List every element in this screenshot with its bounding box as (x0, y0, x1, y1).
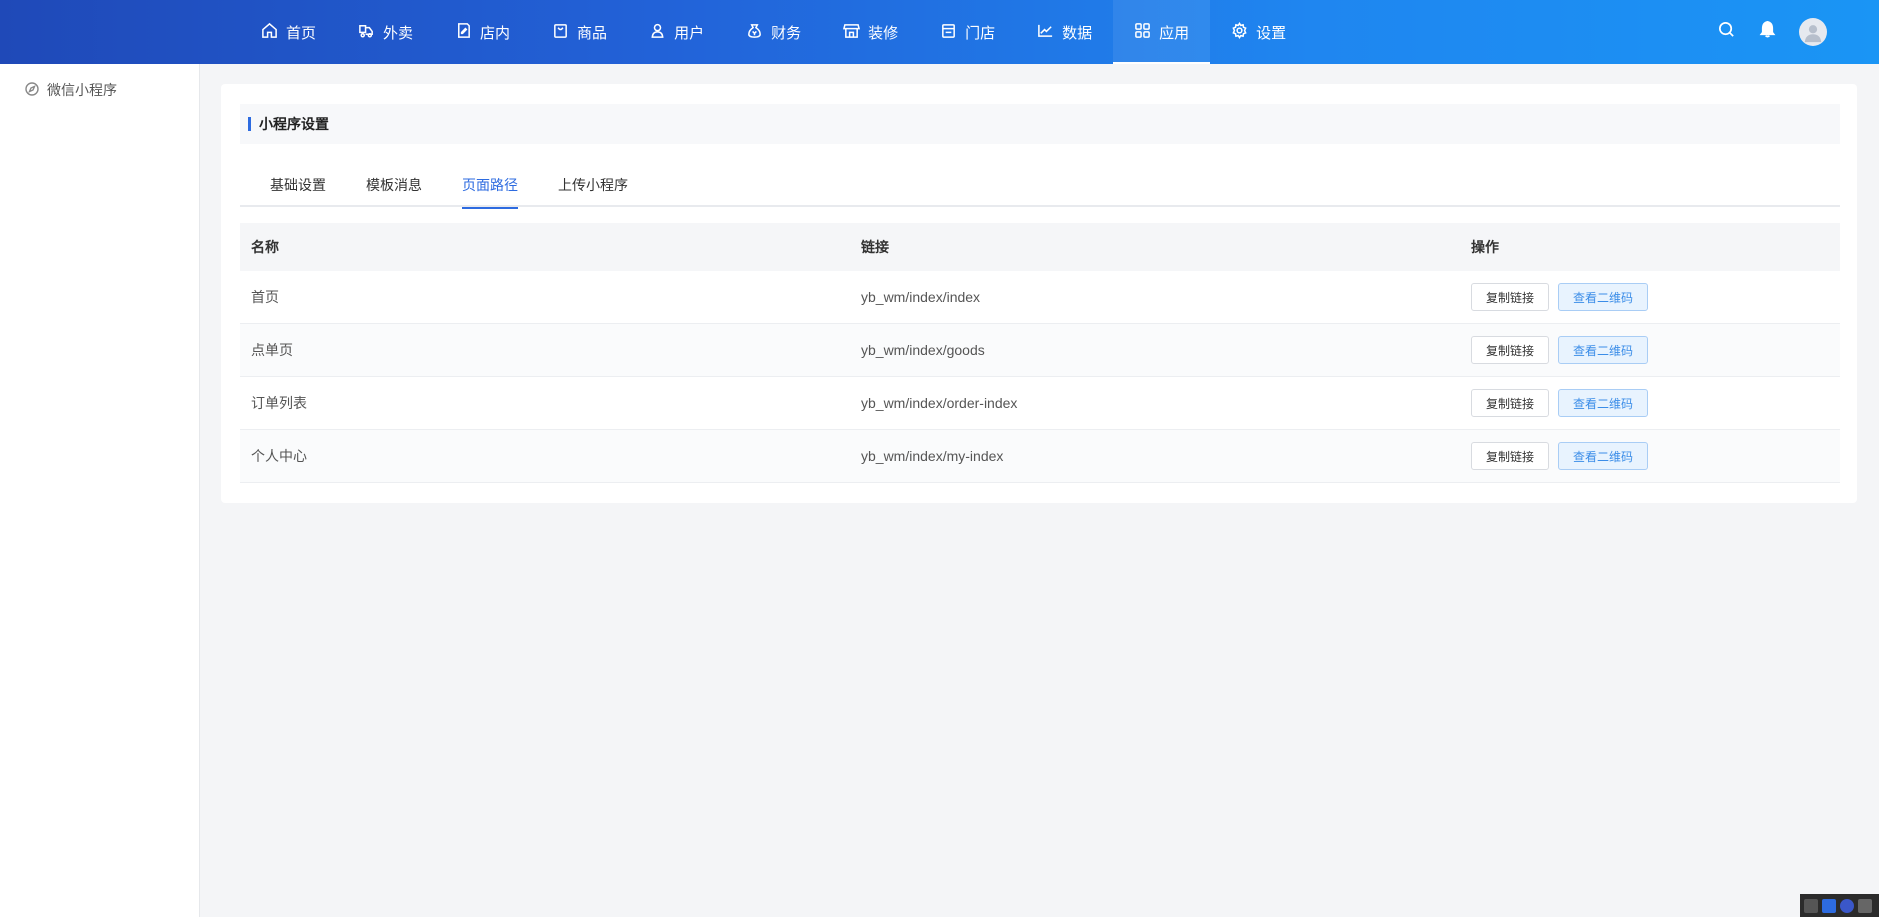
tab-basic-settings[interactable]: 基础设置 (270, 167, 326, 207)
row-link: yb_wm/index/goods (861, 342, 985, 358)
row-link: yb_wm/index/my-index (861, 448, 1004, 464)
sidebar-item-label: 微信小程序 (47, 82, 117, 98)
storefront-icon (843, 22, 861, 43)
nav-item-goods[interactable]: 商品 (531, 0, 628, 64)
nav-item-label: 财务 (771, 24, 802, 42)
logo-area (0, 0, 240, 64)
nav-item-label: 应用 (1159, 24, 1190, 42)
user-icon (649, 22, 666, 43)
page-path-table: 名称 链接 操作 首页 yb_wm/index/index 复制链接 查看二维码… (240, 223, 1840, 483)
row-name: 首页 (251, 289, 279, 305)
view-qrcode-button[interactable]: 查看二维码 (1558, 336, 1649, 364)
nav-item-label: 装修 (868, 24, 899, 42)
row-name: 点单页 (251, 342, 293, 358)
nav-item-apps[interactable]: 应用 (1113, 0, 1211, 64)
row-actions: 复制链接 查看二维码 (1460, 442, 1840, 470)
tab-page-paths[interactable]: 页面路径 (462, 167, 518, 209)
row-link: yb_wm/index/index (861, 289, 981, 305)
tray-settings-icon[interactable] (1858, 898, 1872, 913)
column-header-link: 链接 (861, 239, 889, 255)
bell-icon[interactable] (1758, 20, 1777, 44)
table-row: 首页 yb_wm/index/index 复制链接 查看二维码 (240, 271, 1840, 324)
nav-item-label: 用户 (674, 24, 705, 42)
store-edit-icon (455, 22, 472, 43)
top-right-actions (1717, 0, 1827, 64)
sidebar-item-wechat-miniprogram[interactable]: 微信小程序 (0, 64, 199, 116)
nav-item-data[interactable]: 数据 (1016, 0, 1113, 64)
table-row: 订单列表 yb_wm/index/order-index 复制链接 查看二维码 (240, 377, 1840, 430)
nav-item-label: 门店 (965, 24, 996, 42)
sidebar: 微信小程序 (0, 64, 200, 917)
copy-link-button[interactable]: 复制链接 (1471, 336, 1550, 364)
money-bag-icon (746, 22, 763, 43)
help-icon[interactable] (1840, 898, 1854, 913)
nav-item-label: 首页 (286, 24, 317, 42)
row-actions: 复制链接 查看二维码 (1460, 336, 1840, 364)
tab-bar: 基础设置 模板消息 页面路径 上传小程序 (240, 167, 1840, 209)
search-icon[interactable] (1717, 20, 1736, 44)
table-header: 名称 链接 操作 (240, 223, 1840, 271)
view-qrcode-button[interactable]: 查看二维码 (1558, 389, 1649, 417)
gear-icon (1231, 21, 1248, 43)
table-row: 点单页 yb_wm/index/goods 复制链接 查看二维码 (240, 324, 1840, 377)
nav-item-home[interactable]: 首页 (240, 0, 337, 64)
content-card: 小程序设置 基础设置 模板消息 页面路径 上传小程序 名称 链接 操作 首页 y… (221, 84, 1857, 503)
section-accent-bar (248, 117, 251, 131)
copy-link-button[interactable]: 复制链接 (1471, 283, 1550, 311)
nav-item-settings[interactable]: 设置 (1210, 0, 1307, 64)
table-row: 个人中心 yb_wm/index/my-index 复制链接 查看二维码 (240, 430, 1840, 483)
nav-item-users[interactable]: 用户 (628, 0, 725, 64)
home-icon (261, 22, 278, 43)
nav-item-decoration[interactable]: 装修 (822, 0, 919, 64)
nav-item-label: 数据 (1062, 24, 1093, 42)
section-title: 小程序设置 (259, 116, 329, 132)
column-header-actions: 操作 (1471, 239, 1499, 255)
bag-icon (552, 22, 569, 43)
copy-link-button[interactable]: 复制链接 (1471, 442, 1550, 470)
main-nav: 首页 外卖 店内 商品 用户 财务 装修 门店 数据 应用 设置 (240, 0, 1307, 64)
top-navbar: 首页 外卖 店内 商品 用户 财务 装修 门店 数据 应用 设置 (0, 0, 1879, 64)
system-tray (1800, 894, 1879, 917)
compass-icon (25, 81, 39, 99)
input-method-icon[interactable] (1822, 898, 1836, 913)
row-name: 订单列表 (251, 395, 307, 411)
tab-upload-miniprogram[interactable]: 上传小程序 (558, 167, 628, 207)
nav-item-finance[interactable]: 财务 (725, 0, 822, 64)
copy-link-button[interactable]: 复制链接 (1471, 389, 1550, 417)
shop-icon (940, 22, 957, 43)
row-actions: 复制链接 查看二维码 (1460, 283, 1840, 311)
section-header: 小程序设置 (240, 104, 1840, 144)
nav-item-label: 设置 (1256, 24, 1287, 42)
nav-item-label: 店内 (480, 24, 511, 42)
column-header-name: 名称 (251, 239, 279, 255)
row-name: 个人中心 (251, 448, 307, 464)
chart-icon (1037, 22, 1054, 43)
nav-item-label: 外卖 (383, 24, 414, 42)
avatar[interactable] (1799, 18, 1827, 46)
delivery-icon (358, 22, 375, 43)
nav-item-label: 商品 (577, 24, 608, 42)
nav-item-instore[interactable]: 店内 (434, 0, 531, 64)
tab-template-messages[interactable]: 模板消息 (366, 167, 422, 207)
row-actions: 复制链接 查看二维码 (1460, 389, 1840, 417)
view-qrcode-button[interactable]: 查看二维码 (1558, 283, 1649, 311)
nav-item-delivery[interactable]: 外卖 (337, 0, 434, 64)
row-link: yb_wm/index/order-index (861, 395, 1018, 411)
view-qrcode-button[interactable]: 查看二维码 (1558, 442, 1649, 470)
keyboard-icon[interactable] (1804, 898, 1818, 913)
nav-item-stores[interactable]: 门店 (919, 0, 1016, 64)
apps-icon (1134, 22, 1151, 43)
